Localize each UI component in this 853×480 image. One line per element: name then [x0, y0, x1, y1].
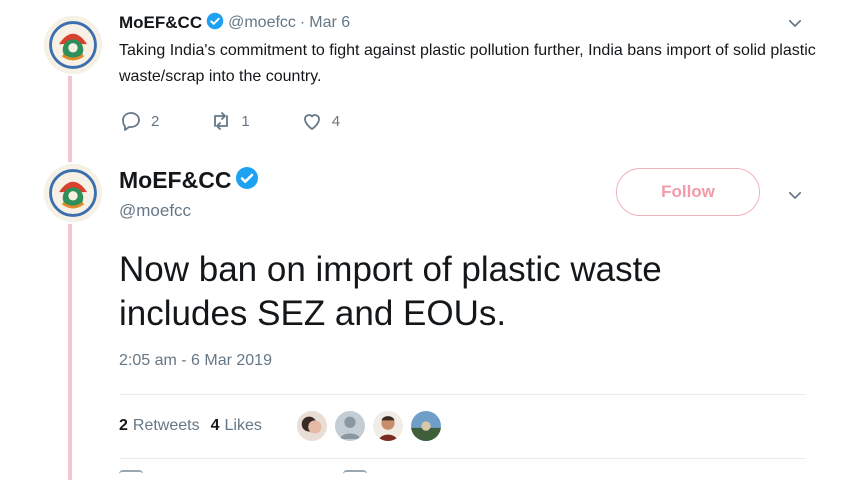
main-tweet-actions	[119, 470, 567, 480]
tweet-actions: 2 1 4	[119, 108, 390, 134]
liker-avatar[interactable]	[294, 409, 329, 443]
parent-tweet-header: MoEF&CC @moefcc · Mar 6	[119, 12, 350, 34]
liker-avatar[interactable]	[332, 409, 367, 443]
tweet-date[interactable]: Mar 6	[309, 14, 350, 32]
retweets-count[interactable]: 2	[119, 417, 128, 435]
retweet-count: 1	[241, 112, 250, 130]
follow-button[interactable]: Follow	[616, 168, 760, 216]
author-name[interactable]: MoEF&CC	[119, 167, 231, 194]
author-handle[interactable]: @moefcc	[228, 14, 296, 32]
like-button[interactable]: 4	[300, 109, 340, 133]
verified-badge-icon	[235, 166, 259, 195]
thread-connector-line	[68, 68, 72, 480]
verified-badge-icon	[206, 12, 224, 35]
retweets-label[interactable]: Retweets	[133, 417, 200, 435]
reply-count: 2	[151, 112, 160, 130]
reply-icon[interactable]	[119, 470, 143, 480]
separator-dot: ·	[299, 14, 306, 31]
liker-avatars	[294, 409, 447, 443]
retweet-button[interactable]: 1	[209, 109, 250, 133]
author-handle[interactable]: @moefcc	[119, 201, 191, 221]
main-tweet-author: MoEF&CC	[119, 166, 263, 194]
avatar[interactable]	[42, 14, 104, 76]
main-tweet-text: Now ban on import of plastic waste inclu…	[119, 250, 662, 333]
tweet-stats: 2 Retweets 4 Likes	[119, 409, 447, 443]
retweet-icon	[214, 112, 229, 130]
chevron-down-icon[interactable]	[786, 14, 804, 32]
like-count: 4	[331, 112, 341, 130]
reply-icon	[122, 112, 140, 131]
liker-avatar[interactable]	[370, 409, 405, 443]
author-name[interactable]: MoEF&CC	[119, 13, 202, 33]
reply-button[interactable]: 2	[119, 109, 159, 133]
liker-avatar[interactable]	[408, 409, 443, 443]
parent-tweet-text: Taking India's commitment to fight again…	[119, 42, 816, 85]
likes-label[interactable]: Likes	[225, 417, 262, 435]
likes-count[interactable]: 4	[211, 417, 220, 435]
avatar[interactable]	[42, 162, 104, 224]
tweet-timestamp[interactable]: 2:05 am - 6 Mar 2019	[119, 352, 272, 370]
chevron-down-icon[interactable]	[786, 186, 804, 204]
divider	[119, 458, 806, 459]
heart-icon[interactable]	[343, 470, 367, 480]
divider	[119, 394, 806, 395]
heart-icon	[303, 114, 320, 130]
